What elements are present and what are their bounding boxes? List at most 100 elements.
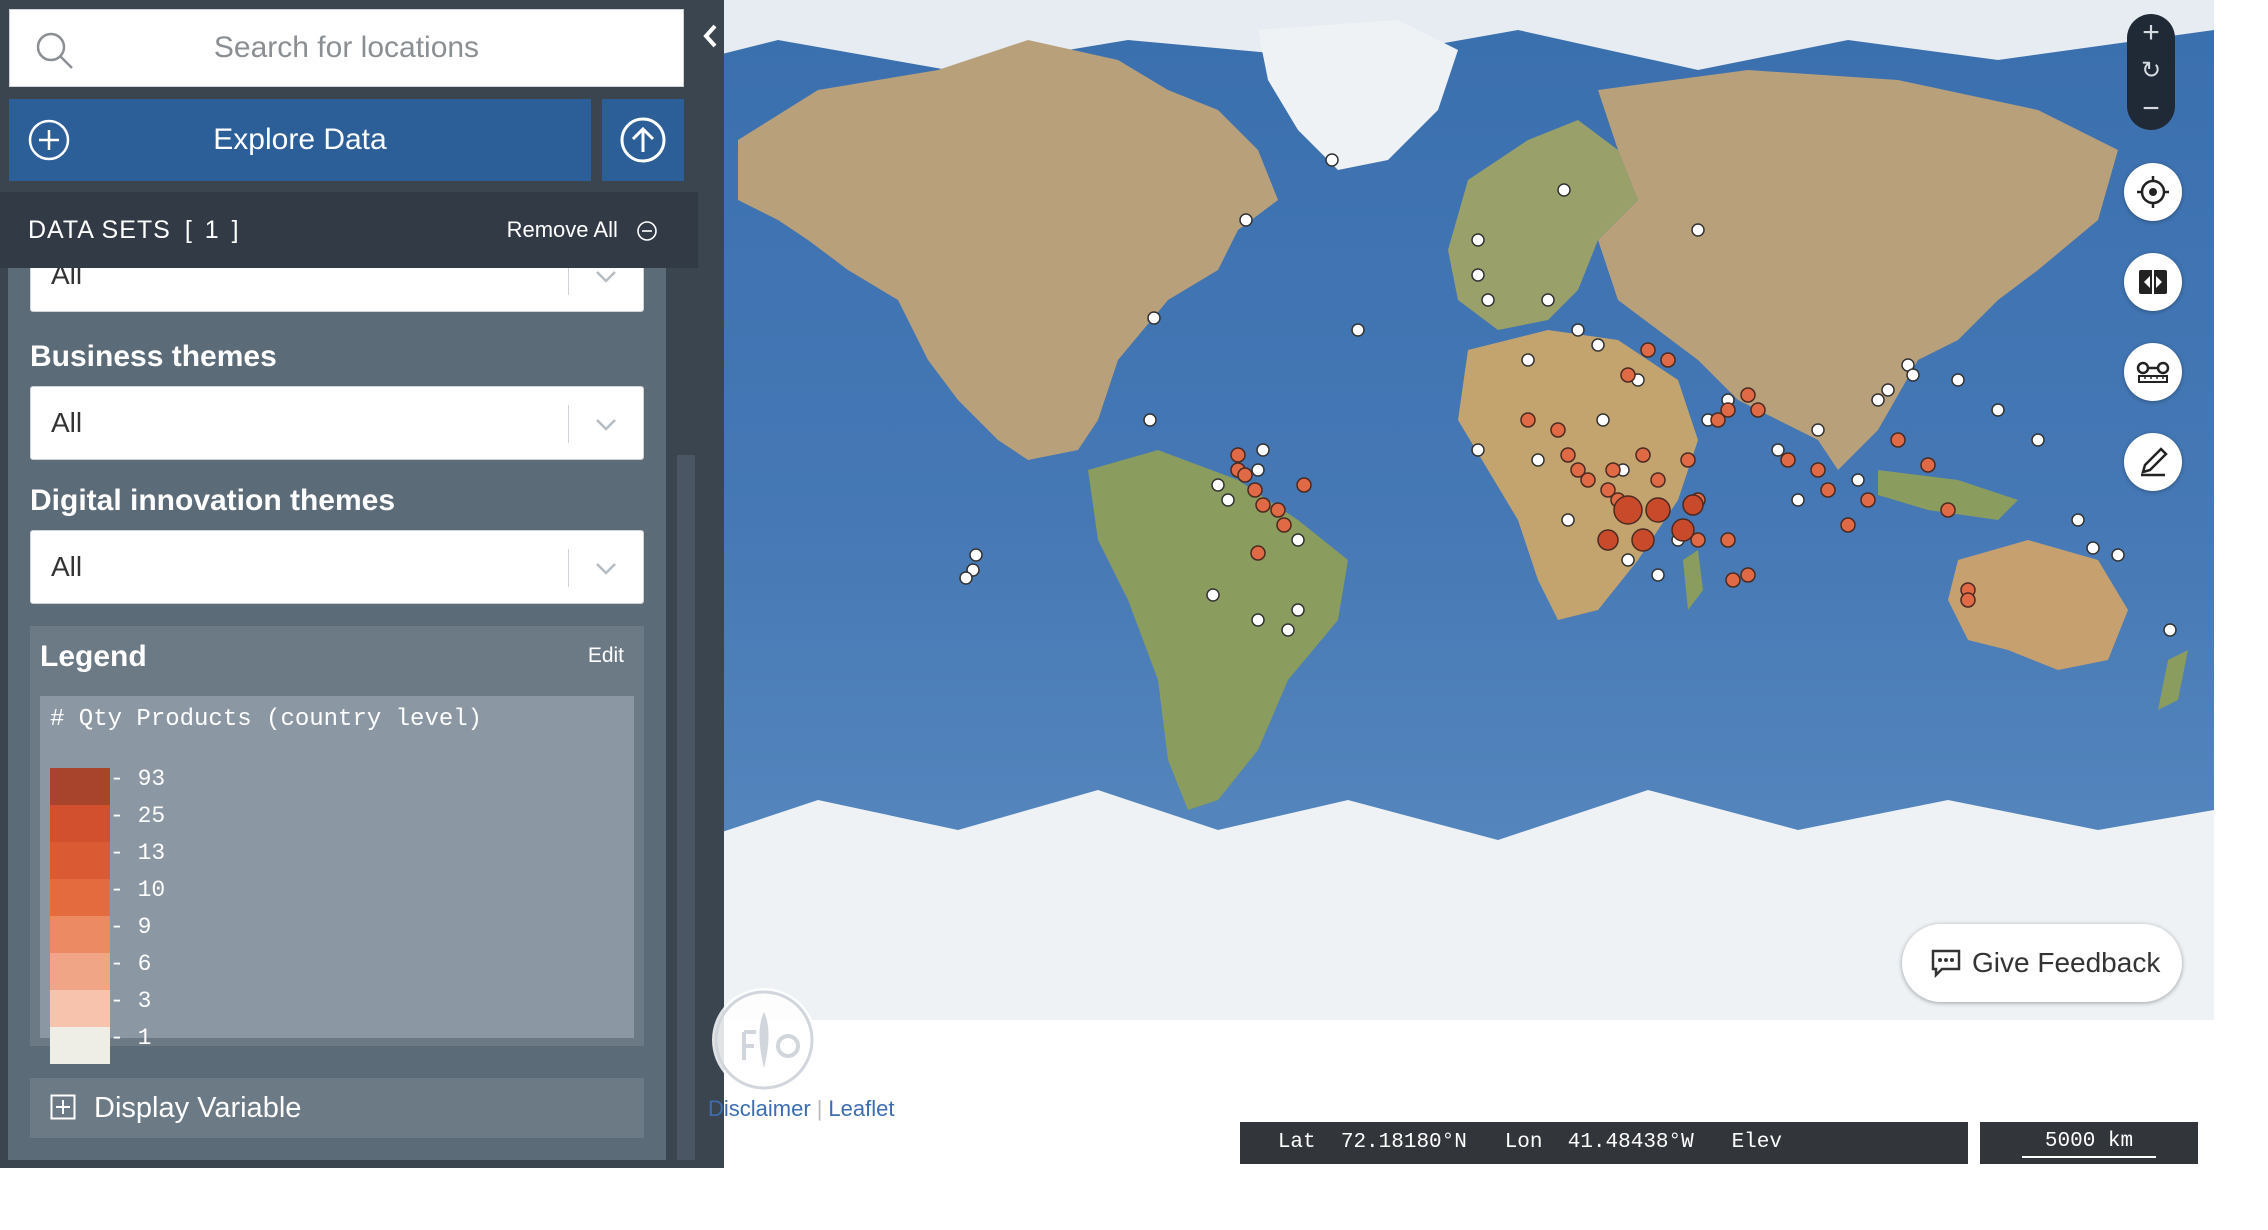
map-marker[interactable]	[1680, 452, 1696, 468]
map-marker[interactable]	[1230, 447, 1246, 463]
map-marker[interactable]	[1651, 568, 1665, 582]
map-marker[interactable]	[1906, 368, 1920, 382]
explore-data-button[interactable]: Explore Data	[9, 99, 591, 181]
map-marker[interactable]	[1750, 402, 1766, 418]
map-marker[interactable]	[2031, 433, 2045, 447]
map-marker[interactable]	[1251, 463, 1265, 477]
legend-edit-link[interactable]: Edit	[588, 644, 624, 668]
map-marker[interactable]	[1605, 462, 1621, 478]
map-marker[interactable]	[1520, 412, 1536, 428]
map-marker[interactable]	[1682, 494, 1704, 516]
map-marker[interactable]	[1255, 497, 1271, 513]
map-marker[interactable]	[1771, 443, 1785, 457]
map-marker[interactable]	[1890, 432, 1906, 448]
map-marker[interactable]	[1211, 478, 1225, 492]
map-marker[interactable]	[1820, 482, 1836, 498]
map-marker[interactable]	[1251, 613, 1265, 627]
search-input[interactable]	[10, 10, 683, 86]
map-marker[interactable]	[1276, 517, 1292, 533]
map-marker[interactable]	[1613, 495, 1643, 525]
panel-scrollbar[interactable]	[676, 455, 695, 1160]
map-marker[interactable]	[1237, 467, 1253, 483]
zoom-out-button[interactable]: −	[2127, 90, 2175, 128]
map-marker[interactable]	[1780, 452, 1796, 468]
map-marker[interactable]	[1561, 513, 1575, 527]
compare-button[interactable]	[2124, 253, 2182, 311]
map-marker[interactable]	[1631, 528, 1655, 552]
map-marker[interactable]	[1541, 293, 1555, 307]
map-marker[interactable]	[1147, 311, 1161, 325]
map-marker[interactable]	[2071, 513, 2085, 527]
map-marker[interactable]	[1239, 213, 1253, 227]
map-marker[interactable]	[2163, 623, 2177, 637]
display-variable-button[interactable]: Display Variable	[30, 1078, 644, 1138]
map-marker[interactable]	[1960, 592, 1976, 608]
map-marker[interactable]	[1810, 462, 1826, 478]
map-marker[interactable]	[2086, 541, 2100, 555]
map-marker[interactable]	[1557, 183, 1571, 197]
map-marker[interactable]	[1840, 517, 1856, 533]
locate-button[interactable]	[2124, 163, 2182, 221]
map-marker[interactable]	[1920, 457, 1936, 473]
remove-all-button[interactable]: Remove All	[507, 192, 658, 268]
map-marker[interactable]	[1256, 443, 1270, 457]
map-marker[interactable]	[1521, 353, 1535, 367]
map-marker[interactable]	[1481, 293, 1495, 307]
map-marker[interactable]	[1591, 338, 1605, 352]
map-marker[interactable]	[1221, 493, 1235, 507]
leaflet-link[interactable]: Leaflet	[828, 1096, 894, 1121]
map-marker[interactable]	[1471, 268, 1485, 282]
map-marker[interactable]	[1620, 367, 1636, 383]
measure-button[interactable]	[2124, 343, 2182, 401]
map-marker[interactable]	[1811, 423, 1825, 437]
map-marker[interactable]	[1881, 383, 1895, 397]
map-marker[interactable]	[1247, 482, 1263, 498]
disclaimer-link[interactable]: Disclaimer	[708, 1096, 811, 1121]
map-marker[interactable]	[1471, 233, 1485, 247]
map-marker[interactable]	[1325, 153, 1339, 167]
map-marker[interactable]	[1531, 453, 1545, 467]
map-marker[interactable]	[1871, 393, 1885, 407]
map-marker[interactable]	[959, 571, 973, 585]
map-marker[interactable]	[1550, 422, 1566, 438]
map-marker[interactable]	[1640, 342, 1656, 358]
map-marker[interactable]	[1621, 553, 1635, 567]
zoom-reset-button[interactable]: ↻	[2127, 52, 2175, 90]
business-themes-select[interactable]: All	[30, 386, 644, 460]
map-marker[interactable]	[1650, 472, 1666, 488]
map-marker[interactable]	[1691, 223, 1705, 237]
map-marker[interactable]	[1635, 447, 1651, 463]
map-marker[interactable]	[1725, 572, 1741, 588]
map-marker[interactable]	[1291, 533, 1305, 547]
map-marker[interactable]	[1740, 567, 1756, 583]
map-marker[interactable]	[1597, 529, 1619, 551]
give-feedback-button[interactable]: Give Feedback	[1902, 924, 2182, 1002]
map-marker[interactable]	[1351, 323, 1365, 337]
map-marker[interactable]	[1596, 413, 1610, 427]
draw-button[interactable]	[2124, 433, 2182, 491]
map-marker[interactable]	[1671, 518, 1695, 542]
map-marker[interactable]	[1645, 497, 1671, 523]
map-marker[interactable]	[1580, 472, 1596, 488]
map-marker[interactable]	[1720, 532, 1736, 548]
map-marker[interactable]	[1281, 623, 1295, 637]
filter-select-1[interactable]: All	[30, 268, 644, 312]
map-marker[interactable]	[1270, 502, 1286, 518]
map-marker[interactable]	[1206, 588, 1220, 602]
map-marker[interactable]	[1143, 413, 1157, 427]
map-marker[interactable]	[1296, 477, 1312, 493]
map-marker[interactable]	[1951, 373, 1965, 387]
map-marker[interactable]	[1571, 323, 1585, 337]
upload-button[interactable]	[602, 99, 684, 181]
map-marker[interactable]	[1471, 443, 1485, 457]
map-marker[interactable]	[969, 548, 983, 562]
digital-innovation-select[interactable]: All	[30, 530, 644, 604]
map-marker[interactable]	[1720, 402, 1736, 418]
map-marker[interactable]	[1991, 403, 2005, 417]
collapse-sidebar-button[interactable]	[698, 0, 724, 72]
map-marker[interactable]	[1740, 387, 1756, 403]
zoom-in-button[interactable]: +	[2127, 14, 2175, 52]
map-marker[interactable]	[1860, 492, 1876, 508]
map-marker[interactable]	[1791, 493, 1805, 507]
map-marker[interactable]	[1560, 447, 1576, 463]
